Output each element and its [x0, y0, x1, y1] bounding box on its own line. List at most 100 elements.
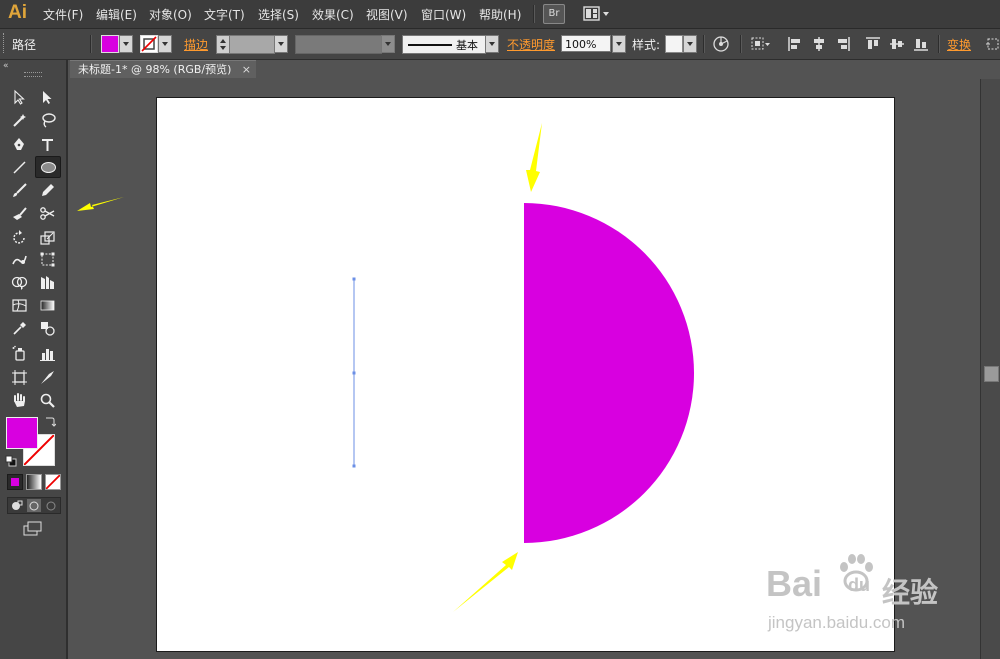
brush-definition-label: 基本 — [456, 39, 478, 52]
type-tool[interactable] — [36, 134, 58, 154]
variable-width-dropdown[interactable] — [381, 35, 395, 53]
menu-edit[interactable]: 编辑(E) — [96, 6, 137, 23]
stroke-dropdown[interactable] — [158, 35, 172, 53]
scale-tool[interactable] — [36, 227, 58, 247]
slice-knife-icon — [40, 370, 54, 384]
rotate-tool[interactable] — [8, 227, 30, 247]
stroke-weight-stepper[interactable] — [216, 35, 230, 54]
line-segment-tool[interactable] — [8, 157, 30, 177]
mesh-tool[interactable] — [8, 295, 30, 315]
document-tab-title: 未标题-1* @ 98% (RGB/预览) — [78, 63, 232, 76]
stroke-swatch[interactable] — [140, 35, 158, 53]
align-to-selection-button[interactable] — [750, 35, 772, 53]
lasso-tool[interactable] — [36, 110, 58, 130]
change-screen-mode-button[interactable] — [22, 521, 44, 537]
menu-view[interactable]: 视图(V) — [366, 6, 408, 23]
free-transform-tool[interactable] — [36, 249, 58, 269]
stroke-weight-input[interactable] — [229, 35, 275, 54]
draw-behind-button[interactable] — [27, 499, 41, 512]
direct-selection-arrow-icon — [42, 90, 51, 104]
hand-tool[interactable] — [8, 390, 30, 410]
blend-tool[interactable] — [36, 318, 58, 338]
collapse-panel-icon[interactable]: « — [3, 61, 9, 71]
menu-object[interactable]: 对象(O) — [149, 6, 192, 23]
perspective-grid-icon — [40, 275, 54, 289]
align-bottom-button[interactable] — [912, 35, 930, 53]
color-mode-button[interactable] — [7, 474, 23, 490]
align-right-button[interactable] — [834, 35, 852, 53]
artboard-tool[interactable] — [8, 367, 30, 387]
menu-window[interactable]: 窗口(W) — [421, 6, 466, 23]
no-stroke-icon — [141, 36, 157, 52]
isolate-button[interactable] — [984, 35, 1000, 53]
shape-builder-tool[interactable] — [8, 272, 30, 292]
bridge-button[interactable]: Br — [543, 4, 565, 24]
document-tab[interactable]: 未标题-1* @ 98% (RGB/预览) × — [70, 60, 256, 78]
zoom-tool[interactable] — [36, 390, 58, 410]
column-graph-icon — [39, 348, 55, 361]
opacity-panel-link[interactable]: 不透明度 — [507, 36, 555, 53]
brush-definition-select[interactable]: 基本 — [402, 35, 486, 54]
pencil-tool[interactable] — [36, 180, 58, 200]
gradient-mode-button[interactable] — [26, 474, 42, 490]
graphic-style-dropdown[interactable] — [683, 35, 697, 53]
perspective-grid-tool[interactable] — [36, 272, 58, 292]
symbol-sprayer-tool[interactable] — [8, 343, 30, 363]
close-icon[interactable]: × — [242, 61, 251, 79]
magic-wand-tool[interactable] — [8, 110, 30, 130]
selection-tool[interactable] — [8, 87, 30, 107]
warp-icon — [11, 255, 27, 264]
pen-tool[interactable] — [8, 134, 30, 154]
separator — [703, 35, 705, 53]
align-left-button[interactable] — [786, 35, 804, 53]
opacity-input[interactable]: 100% — [561, 35, 611, 52]
stroke-panel-link[interactable]: 描边 — [184, 36, 208, 53]
graphic-style-swatch[interactable] — [665, 35, 683, 53]
baidu-watermark: Bai du 经验 jingyan.baidu.com — [766, 554, 956, 640]
eyedropper-tool[interactable] — [8, 318, 30, 338]
menu-type[interactable]: 文字(T) — [204, 6, 245, 23]
transform-panel-link[interactable]: 变换 — [947, 36, 971, 53]
pencil-icon — [41, 183, 54, 196]
fill-color-swatch[interactable] — [6, 417, 38, 449]
arrange-documents-button[interactable] — [583, 5, 613, 23]
draw-normal-button[interactable] — [10, 499, 24, 512]
none-mode-button[interactable] — [45, 474, 61, 490]
magnifier-icon — [40, 393, 55, 408]
menu-help[interactable]: 帮助(H) — [479, 6, 521, 23]
drawing-modes-group — [7, 497, 61, 514]
stroke-weight-dropdown[interactable] — [274, 35, 288, 53]
stepper-arrows-icon — [220, 39, 226, 50]
swap-fill-stroke-button[interactable] — [44, 415, 57, 427]
scrollbar-thumb[interactable] — [984, 366, 999, 382]
menu-select[interactable]: 选择(S) — [258, 6, 299, 23]
menu-effect[interactable]: 效果(C) — [312, 6, 354, 23]
paintbrush-tool[interactable] — [8, 180, 30, 200]
shape-builder-icon — [11, 276, 27, 290]
warp-tool[interactable] — [8, 249, 30, 269]
draw-inside-button[interactable] — [44, 499, 58, 512]
slice-tool[interactable] — [36, 367, 58, 387]
scissors-tool[interactable] — [36, 203, 58, 223]
ellipse-tool[interactable] — [35, 156, 61, 178]
opacity-dropdown[interactable] — [612, 35, 626, 53]
vertical-scrollbar[interactable] — [980, 79, 1000, 659]
gradient-tool[interactable] — [36, 295, 58, 315]
direct-selection-tool[interactable] — [36, 87, 58, 107]
recolor-artwork-button[interactable] — [712, 35, 730, 53]
default-fill-stroke-button[interactable] — [5, 455, 17, 467]
app-logo: Ai — [8, 2, 27, 23]
align-vertical-center-icon — [890, 39, 904, 49]
align-vertical-center-button[interactable] — [888, 35, 906, 53]
fill-dropdown[interactable] — [119, 35, 133, 53]
blob-brush-tool[interactable] — [8, 203, 30, 223]
brush-definition-dropdown[interactable] — [485, 35, 499, 53]
menu-file[interactable]: 文件(F) — [43, 6, 83, 23]
gradient-icon — [40, 300, 54, 310]
fill-swatch[interactable] — [101, 35, 119, 53]
variable-width-profile[interactable] — [295, 35, 382, 54]
eyedropper-icon — [12, 321, 26, 335]
align-horizontal-center-button[interactable] — [810, 35, 828, 53]
align-top-button[interactable] — [864, 35, 882, 53]
column-graph-tool[interactable] — [36, 343, 58, 363]
